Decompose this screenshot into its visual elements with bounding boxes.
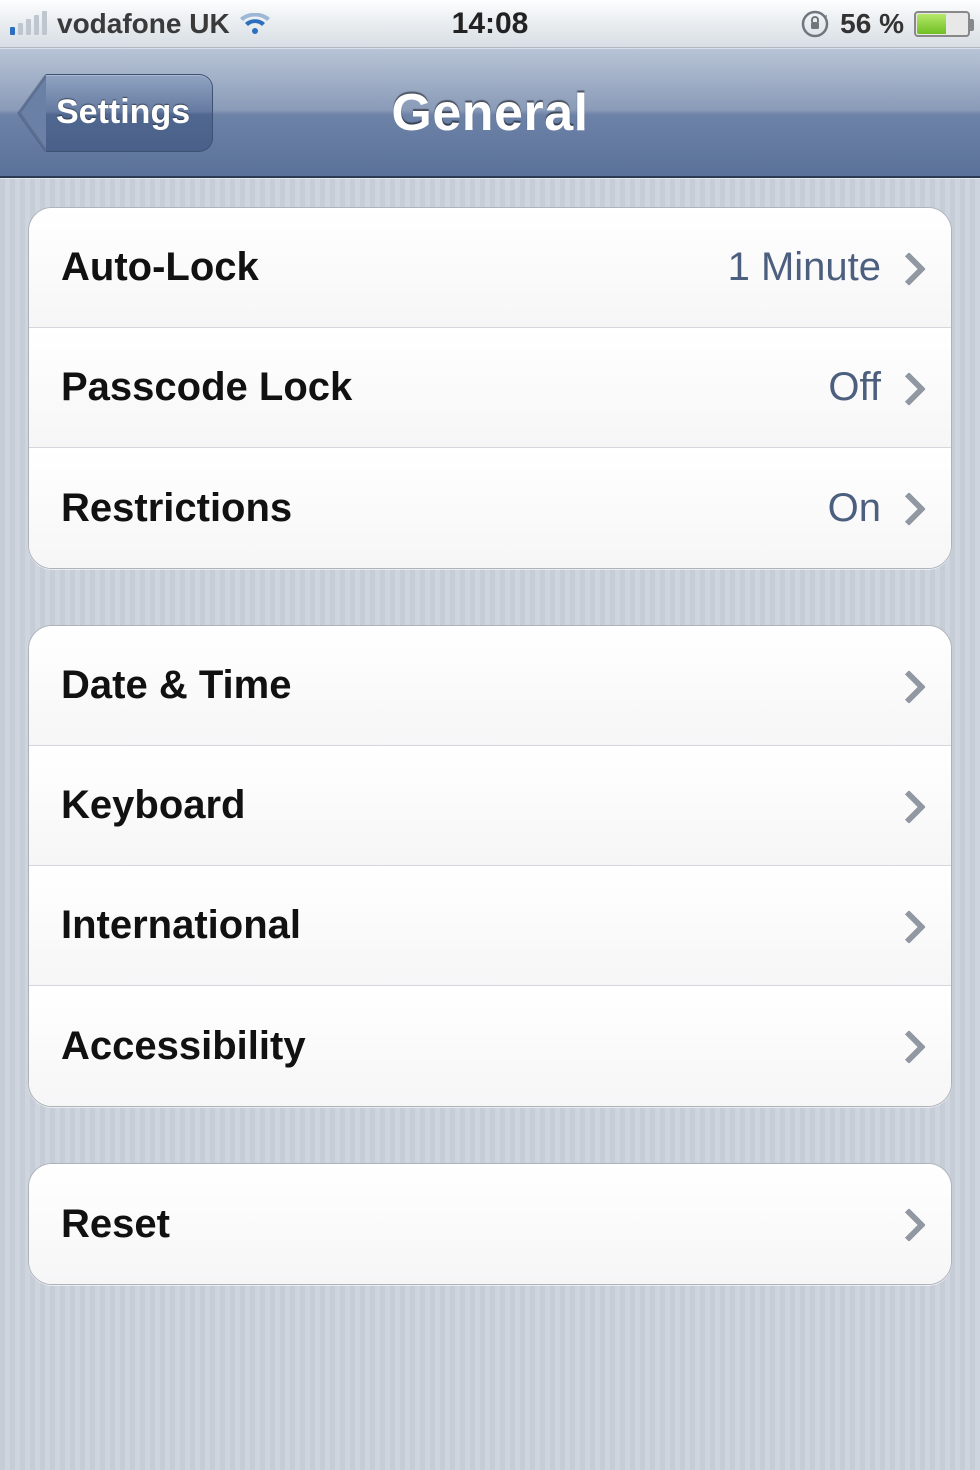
row-label: Auto-Lock (61, 245, 728, 290)
row-international[interactable]: International (29, 866, 951, 986)
row-value: 1 Minute (728, 245, 881, 290)
settings-group-system: Date & Time Keyboard International Acces… (28, 625, 952, 1107)
row-auto-lock[interactable]: Auto-Lock 1 Minute (29, 208, 951, 328)
row-passcode-lock[interactable]: Passcode Lock Off (29, 328, 951, 448)
settings-group-reset: Reset (28, 1163, 952, 1285)
row-reset[interactable]: Reset (29, 1164, 951, 1284)
row-label: Keyboard (61, 783, 899, 828)
row-value: On (828, 486, 881, 531)
battery-percent-label: 56 % (840, 8, 904, 40)
page-title: General (391, 83, 588, 143)
row-date-time[interactable]: Date & Time (29, 626, 951, 746)
chevron-right-icon (899, 250, 923, 286)
rotation-lock-icon (800, 9, 830, 39)
chevron-right-icon (899, 490, 923, 526)
row-value: Off (828, 365, 881, 410)
row-keyboard[interactable]: Keyboard (29, 746, 951, 866)
row-label: Restrictions (61, 486, 828, 531)
row-label: Passcode Lock (61, 365, 828, 410)
back-button-label: Settings (56, 93, 190, 132)
content-area: Auto-Lock 1 Minute Passcode Lock Off Res… (0, 178, 980, 1470)
row-accessibility[interactable]: Accessibility (29, 986, 951, 1106)
clock-label: 14:08 (452, 7, 529, 41)
row-label: Accessibility (61, 1024, 899, 1069)
carrier-label: vodafone UK (57, 8, 230, 40)
chevron-right-icon (899, 788, 923, 824)
chevron-right-icon (899, 668, 923, 704)
row-label: International (61, 903, 899, 948)
status-bar: vodafone UK 14:08 56 % (0, 0, 980, 48)
battery-icon (914, 11, 970, 37)
row-label: Date & Time (61, 663, 899, 708)
row-restrictions[interactable]: Restrictions On (29, 448, 951, 568)
chevron-right-icon (899, 1028, 923, 1064)
chevron-right-icon (899, 370, 923, 406)
status-right: 56 % (490, 8, 970, 40)
status-left: vodafone UK (10, 8, 490, 40)
chevron-right-icon (899, 908, 923, 944)
chevron-right-icon (899, 1206, 923, 1242)
signal-strength-icon (10, 13, 47, 35)
back-button[interactable]: Settings (18, 74, 213, 152)
row-label: Reset (61, 1202, 899, 1247)
wifi-icon (240, 12, 270, 36)
settings-group-security: Auto-Lock 1 Minute Passcode Lock Off Res… (28, 207, 952, 569)
navigation-bar: Settings General (0, 48, 980, 178)
